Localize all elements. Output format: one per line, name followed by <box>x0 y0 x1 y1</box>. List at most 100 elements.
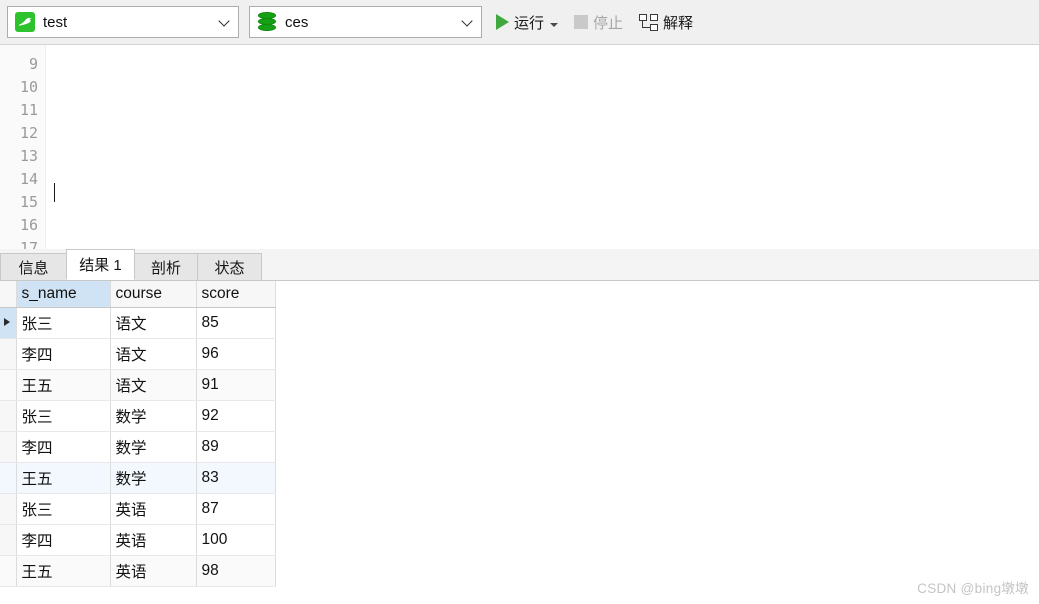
row-gutter-cell[interactable] <box>0 524 17 556</box>
cell-s-name[interactable]: 李四 <box>16 338 111 370</box>
table-row[interactable]: 李四 数学 89 <box>0 431 276 463</box>
run-button-label: 运行 <box>514 14 545 32</box>
stop-square-icon <box>574 15 589 29</box>
cell-score[interactable]: 100 <box>196 524 276 556</box>
line-number: 9 <box>28 55 38 73</box>
cell-s-name[interactable]: 王五 <box>16 369 111 401</box>
table-body: 张三 语文 85 李四 语文 96 王五 语文 91 张三 数学 92 李四 数… <box>0 307 276 587</box>
sql-editor[interactable]: 9 10 11 12 13 14 15 16 17 SELECT s_name,… <box>0 45 1039 249</box>
cell-score[interactable]: 91 <box>196 369 276 401</box>
cell-score[interactable]: 87 <box>196 493 276 525</box>
cell-course[interactable]: 英语 <box>110 493 197 525</box>
tab-result-1[interactable]: 结果 1 <box>66 249 135 280</box>
main-toolbar: test ces 运行 停止 解释 <box>0 0 1039 45</box>
cell-course[interactable]: 英语 <box>110 555 197 587</box>
csdn-watermark: CSDN @bing墩墩 <box>917 581 1029 596</box>
text-cursor <box>54 183 55 202</box>
result-table: s_name course score 张三 语文 85 李四 语文 96 王五… <box>0 281 276 587</box>
run-dropdown-caret-icon[interactable] <box>550 22 559 27</box>
line-number: 16 <box>19 216 38 234</box>
cell-course[interactable]: 语文 <box>110 369 197 401</box>
row-gutter-cell[interactable] <box>0 307 17 339</box>
table-header-row: s_name course score <box>0 281 276 308</box>
row-gutter-cell[interactable] <box>0 462 17 494</box>
tab-label: 信息 <box>18 259 49 277</box>
tab-label: 结果 1 <box>79 257 122 274</box>
table-row[interactable]: 张三 语文 85 <box>0 307 276 339</box>
cell-course[interactable]: 语文 <box>110 338 197 370</box>
cell-score[interactable]: 96 <box>196 338 276 370</box>
line-number: 14 <box>19 170 38 188</box>
query-editor-window: test ces 运行 停止 解释 9 10 11 12 13 14 15 16… <box>0 0 1039 604</box>
cell-s-name[interactable]: 李四 <box>16 431 111 463</box>
line-number-gutter: 9 10 11 12 13 14 15 16 17 <box>0 45 46 249</box>
cell-score[interactable]: 98 <box>196 555 276 587</box>
line-number: 17 <box>19 239 38 249</box>
table-row[interactable]: 李四 语文 96 <box>0 338 276 370</box>
current-row-arrow-icon <box>4 318 10 326</box>
chevron-down-icon[interactable] <box>463 17 472 26</box>
row-gutter-cell[interactable] <box>0 493 17 525</box>
row-gutter-cell[interactable] <box>0 338 17 370</box>
line-number: 11 <box>19 101 38 119</box>
row-gutter-cell[interactable] <box>0 400 17 432</box>
tab-status[interactable]: 状态 <box>197 253 262 280</box>
database-name: ces <box>285 13 309 31</box>
cell-course[interactable]: 数学 <box>110 431 197 463</box>
cell-course[interactable]: 语文 <box>110 307 197 339</box>
tab-info[interactable]: 信息 <box>0 253 67 280</box>
table-row[interactable]: 李四 英语 100 <box>0 524 276 556</box>
row-header-corner <box>0 281 17 308</box>
stop-button[interactable]: 停止 <box>560 6 625 38</box>
cell-score[interactable]: 89 <box>196 431 276 463</box>
cell-s-name[interactable]: 王五 <box>16 462 111 494</box>
explain-tree-icon <box>639 13 659 31</box>
cell-course[interactable]: 数学 <box>110 400 197 432</box>
row-gutter-cell[interactable] <box>0 431 17 463</box>
cell-s-name[interactable]: 张三 <box>16 307 111 339</box>
explain-button-label: 解释 <box>663 14 694 32</box>
column-header-course[interactable]: course <box>110 281 197 308</box>
tab-label: 剖析 <box>150 259 181 277</box>
table-row[interactable]: 王五 数学 83 <box>0 462 276 494</box>
table-row[interactable]: 张三 英语 87 <box>0 493 276 525</box>
table-row[interactable]: 王五 语文 91 <box>0 369 276 401</box>
connection-selector[interactable]: test <box>7 6 239 38</box>
row-gutter-cell[interactable] <box>0 555 17 587</box>
run-button[interactable]: 运行 <box>482 6 560 38</box>
cell-s-name[interactable]: 王五 <box>16 555 111 587</box>
cell-s-name[interactable]: 张三 <box>16 400 111 432</box>
row-gutter-cell[interactable] <box>0 369 17 401</box>
tab-profile[interactable]: 剖析 <box>134 253 198 280</box>
line-number: 13 <box>19 147 38 165</box>
chevron-down-icon[interactable] <box>220 17 229 26</box>
cell-score[interactable]: 92 <box>196 400 276 432</box>
sql-code-area[interactable]: SELECT s_name,'语文' as course,yuwen as sc… <box>54 53 1039 249</box>
cell-s-name[interactable]: 张三 <box>16 493 111 525</box>
stop-button-label: 停止 <box>593 14 624 32</box>
tab-label: 状态 <box>214 259 245 277</box>
table-row[interactable]: 张三 数学 92 <box>0 400 276 432</box>
cell-score[interactable]: 83 <box>196 462 276 494</box>
play-triangle-icon <box>496 14 509 30</box>
database-cylinder-icon <box>257 11 277 33</box>
table-row[interactable]: 王五 英语 98 <box>0 555 276 587</box>
cell-score[interactable]: 85 <box>196 307 276 339</box>
explain-button[interactable]: 解释 <box>625 6 695 38</box>
database-selector[interactable]: ces <box>249 6 482 38</box>
line-number: 15 <box>19 193 38 211</box>
line-number: 10 <box>19 78 38 96</box>
column-header-s-name[interactable]: s_name <box>16 281 111 308</box>
connection-name: test <box>43 13 68 31</box>
cell-course[interactable]: 英语 <box>110 524 197 556</box>
column-header-score[interactable]: score <box>196 281 276 308</box>
mysql-dolphin-icon <box>15 12 35 32</box>
cell-course[interactable]: 数学 <box>110 462 197 494</box>
line-number: 12 <box>19 124 38 142</box>
result-grid[interactable]: s_name course score 张三 语文 85 李四 语文 96 王五… <box>0 281 1039 604</box>
result-tab-bar: 信息 结果 1 剖析 状态 <box>0 249 1039 281</box>
cell-s-name[interactable]: 李四 <box>16 524 111 556</box>
